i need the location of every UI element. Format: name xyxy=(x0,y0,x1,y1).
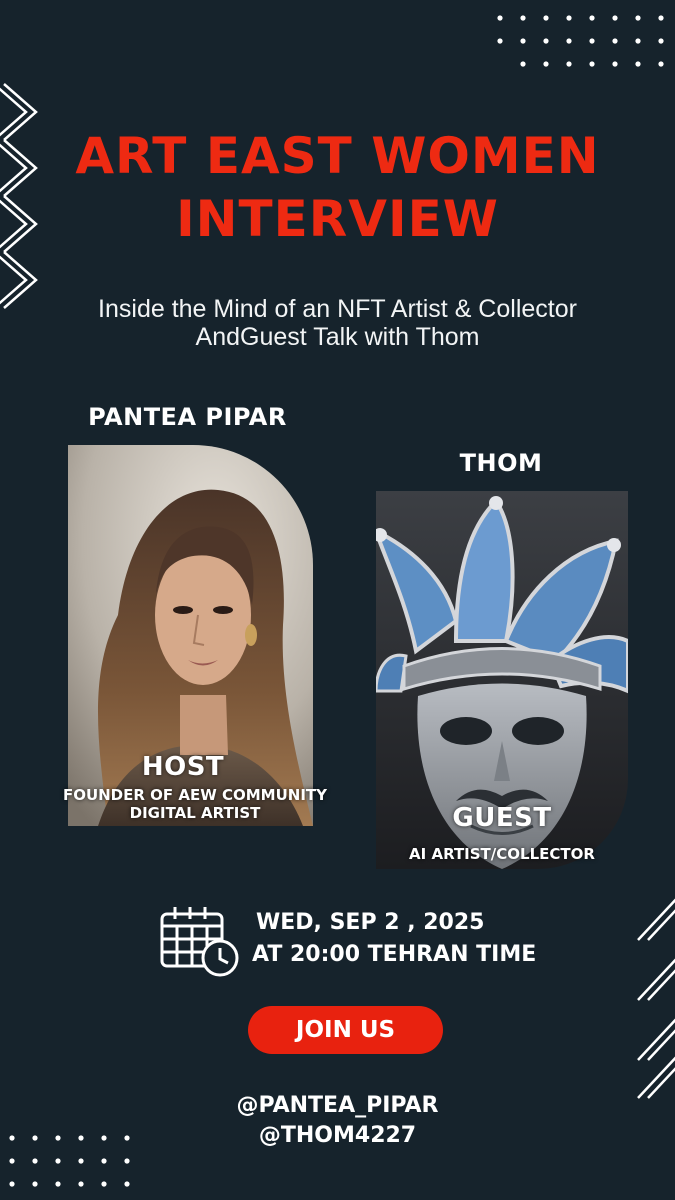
join-us-button[interactable]: JOIN US xyxy=(248,1006,443,1054)
guest-role: GUEST xyxy=(452,803,552,833)
right-diagonal-lines xyxy=(637,898,675,1099)
poster: ART EAST WOMEN INTERVIEW Inside the Mind… xyxy=(0,0,675,1200)
handle-pantea[interactable]: @PANTEA_PIPAR xyxy=(0,1090,675,1121)
title-line-1: ART EAST WOMEN xyxy=(75,127,600,185)
host-desc-line-2: DIGITAL ARTIST xyxy=(129,804,261,822)
guest-name: THOM xyxy=(459,449,543,477)
event-time: AT 20:00 TEHRAN TIME xyxy=(252,942,537,967)
host-desc-line-1: FOUNDER OF AEW COMMUNITY xyxy=(62,786,328,804)
subtitle-line-2: AndGuest Talk with Thom xyxy=(195,323,480,351)
calendar-clock-icon xyxy=(160,907,239,977)
title-line-2: INTERVIEW xyxy=(176,190,499,248)
host-role: HOST xyxy=(141,752,225,782)
subtitle-line-1: Inside the Mind of an NFT Artist & Colle… xyxy=(98,295,577,323)
guest-desc: AI ARTIST/COLLECTOR xyxy=(409,845,595,863)
host-name: PANTEA PIPAR xyxy=(88,403,287,431)
handle-thom[interactable]: @THOM4227 xyxy=(0,1120,675,1151)
